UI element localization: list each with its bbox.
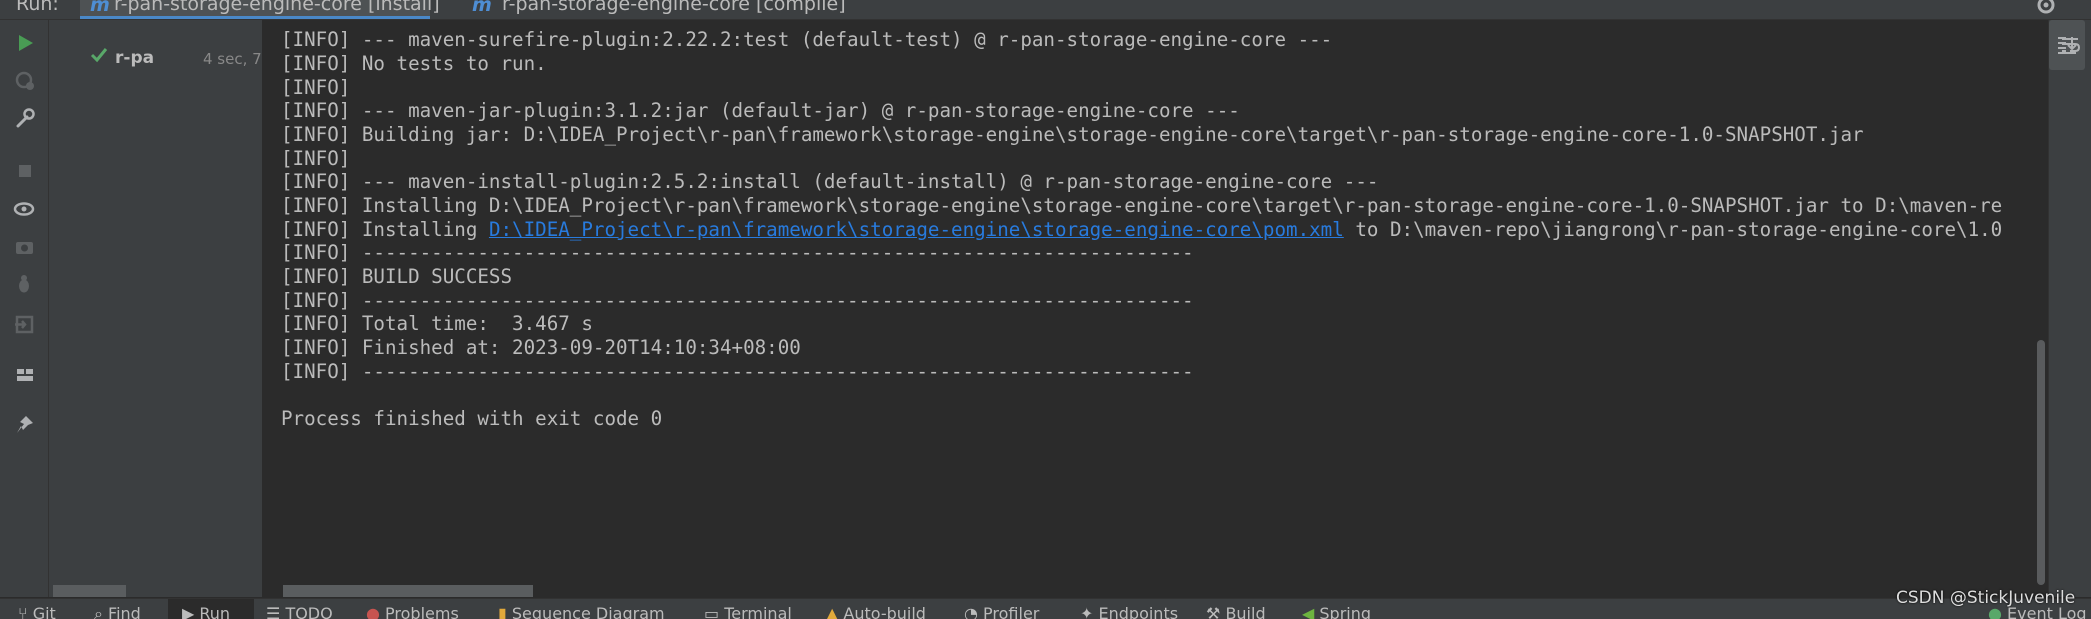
sequence-diagram-icon: ▮ bbox=[498, 604, 512, 619]
console-line: Process finished with exit code 0 bbox=[281, 407, 663, 430]
check-icon bbox=[90, 48, 108, 63]
run-tab-bar: Run: m r-pan-storage-engine-core [instal… bbox=[0, 0, 2091, 20]
stop-and-rerun-icon[interactable] bbox=[12, 68, 38, 94]
tab-install[interactable]: m r-pan-storage-engine-core [install] bbox=[80, 0, 440, 19]
tool-git-label: Git bbox=[32, 604, 56, 619]
maven-icon: m bbox=[90, 0, 110, 16]
tool-window-bar: ⑂ Git ⌕ Find ▶ Run ☰ TODO ● Problems ▮ S… bbox=[0, 598, 2091, 619]
console-line: [INFO] ---------------------------------… bbox=[281, 289, 1194, 312]
tool-endpoints-label: Endpoints bbox=[1098, 604, 1179, 619]
git-icon: ⑂ bbox=[18, 604, 33, 619]
tool-todo-label: TODO bbox=[285, 604, 333, 619]
tool-find[interactable]: ⌕ Find bbox=[94, 604, 141, 619]
tool-problems-label: Problems bbox=[385, 604, 459, 619]
console-line: [INFO] ---------------------------------… bbox=[281, 241, 1194, 264]
scrollbar-thumb[interactable] bbox=[2037, 340, 2045, 585]
tool-spring[interactable]: ◀ Spring bbox=[1302, 604, 1371, 619]
tool-spring-label: Spring bbox=[1319, 604, 1372, 619]
console-line: [INFO] bbox=[281, 147, 351, 170]
wrench-icon[interactable] bbox=[12, 106, 38, 132]
find-icon: ⌕ bbox=[94, 604, 109, 619]
tab-compile-label: r-pan-storage-engine-core [compile] bbox=[502, 0, 846, 15]
tool-build[interactable]: ⚒ Build bbox=[1206, 604, 1266, 619]
terminal-icon: ▭ bbox=[704, 604, 725, 619]
tool-profiler-label: Profiler bbox=[983, 604, 1040, 619]
tool-todo[interactable]: ☰ TODO bbox=[266, 604, 333, 619]
scroll-to-end-icon bbox=[2058, 37, 2077, 54]
tool-profiler[interactable]: ◔ Profiler bbox=[964, 604, 1039, 619]
camera-icon[interactable] bbox=[12, 234, 38, 260]
tool-run-label: Run bbox=[199, 604, 231, 619]
tool-build-label: Build bbox=[1225, 604, 1266, 619]
run-label: Run: bbox=[16, 0, 59, 15]
tool-run[interactable]: ▶ Run bbox=[182, 604, 230, 619]
active-tab-indicator bbox=[80, 16, 430, 19]
exit-icon[interactable] bbox=[12, 312, 38, 338]
tree-item-time: 4 sec, 739 ms bbox=[203, 50, 262, 68]
tab-compile[interactable]: m r-pan-storage-engine-core [compile] bbox=[472, 0, 846, 19]
console-output: [INFO] --- maven-surefire-plugin:2.22.2:… bbox=[263, 20, 2047, 597]
console-line: [INFO] Total time: 3.467 s bbox=[281, 312, 593, 335]
watermark: CSDN @StickJuvenile bbox=[1896, 588, 2076, 608]
auto-build-icon: ▲ bbox=[826, 604, 844, 619]
console-line: [INFO] Installing D:\IDEA_Project\r-pan\… bbox=[281, 218, 2002, 242]
rerun-icon[interactable] bbox=[12, 30, 38, 56]
console-line: [INFO] No tests to run. bbox=[281, 52, 547, 75]
endpoints-icon: ✦ bbox=[1080, 604, 1099, 619]
scroll-to-end-toggle[interactable] bbox=[2049, 20, 2085, 70]
tree-horizontal-scrollbar[interactable] bbox=[53, 585, 126, 597]
console-line: [INFO] --- maven-jar-plugin:3.1.2:jar (d… bbox=[281, 99, 1240, 122]
stop-icon[interactable] bbox=[12, 158, 38, 184]
tree-item-name: r-pa bbox=[115, 48, 155, 68]
todo-icon: ☰ bbox=[266, 604, 286, 619]
debug-icon[interactable] bbox=[12, 272, 38, 298]
tool-auto-build[interactable]: ▲ Auto-build bbox=[826, 604, 926, 619]
tool-terminal-label: Terminal bbox=[724, 604, 792, 619]
build-tree-pane: r-pa 4 sec, 739 ms bbox=[49, 20, 263, 597]
run-toolbar bbox=[0, 20, 49, 597]
tool-git[interactable]: ⑂ Git bbox=[18, 604, 56, 619]
run-icon: ▶ bbox=[182, 604, 200, 619]
pom-file-link[interactable]: D:\IDEA_Project\r-pan\framework\storage-… bbox=[489, 218, 1344, 241]
console-actions-toolbar bbox=[2048, 20, 2091, 597]
profiler-icon: ◔ bbox=[964, 604, 984, 619]
console-vertical-scrollbar[interactable] bbox=[2034, 20, 2047, 597]
console-line: [INFO] BUILD SUCCESS bbox=[281, 265, 513, 288]
maven-icon: m bbox=[472, 0, 492, 16]
gear-icon[interactable] bbox=[2034, 0, 2058, 17]
pin-icon[interactable] bbox=[12, 412, 38, 438]
problems-icon: ● bbox=[366, 604, 386, 619]
console-text: [INFO] Installing bbox=[281, 218, 489, 241]
tool-find-label: Find bbox=[108, 604, 141, 619]
console-line: [INFO] Finished at: 2023-09-20T14:10:34+… bbox=[281, 336, 801, 359]
console-line: [INFO] ---------------------------------… bbox=[281, 360, 1194, 383]
build-icon: ⚒ bbox=[1206, 604, 1226, 619]
tool-endpoints[interactable]: ✦ Endpoints bbox=[1080, 604, 1178, 619]
console-text: to D:\maven-repo\jiangrong\r-pan-storage… bbox=[1343, 218, 2003, 241]
tool-auto-build-label: Auto-build bbox=[843, 604, 926, 619]
console-line: [INFO] --- maven-install-plugin:2.5.2:in… bbox=[281, 170, 1379, 193]
tab-install-label: r-pan-storage-engine-core [install] bbox=[114, 0, 440, 15]
console-line: [INFO] Installing D:\IDEA_Project\r-pan\… bbox=[281, 194, 2003, 217]
eye-icon[interactable] bbox=[12, 196, 38, 222]
console-line: [INFO] bbox=[281, 76, 351, 99]
spring-icon: ◀ bbox=[1302, 604, 1320, 619]
console-line: [INFO] --- maven-surefire-plugin:2.22.2:… bbox=[281, 28, 1333, 51]
console-line: [INFO] Building jar: D:\IDEA_Project\r-p… bbox=[281, 123, 1864, 146]
tool-terminal[interactable]: ▭ Terminal bbox=[704, 604, 792, 619]
console-horizontal-scrollbar[interactable] bbox=[283, 585, 533, 597]
layout-icon[interactable] bbox=[12, 362, 38, 388]
tool-problems[interactable]: ● Problems bbox=[366, 604, 459, 619]
tool-sequence-diagram[interactable]: ▮ Sequence Diagram bbox=[498, 604, 665, 619]
tool-sequence-diagram-label: Sequence Diagram bbox=[511, 604, 665, 619]
